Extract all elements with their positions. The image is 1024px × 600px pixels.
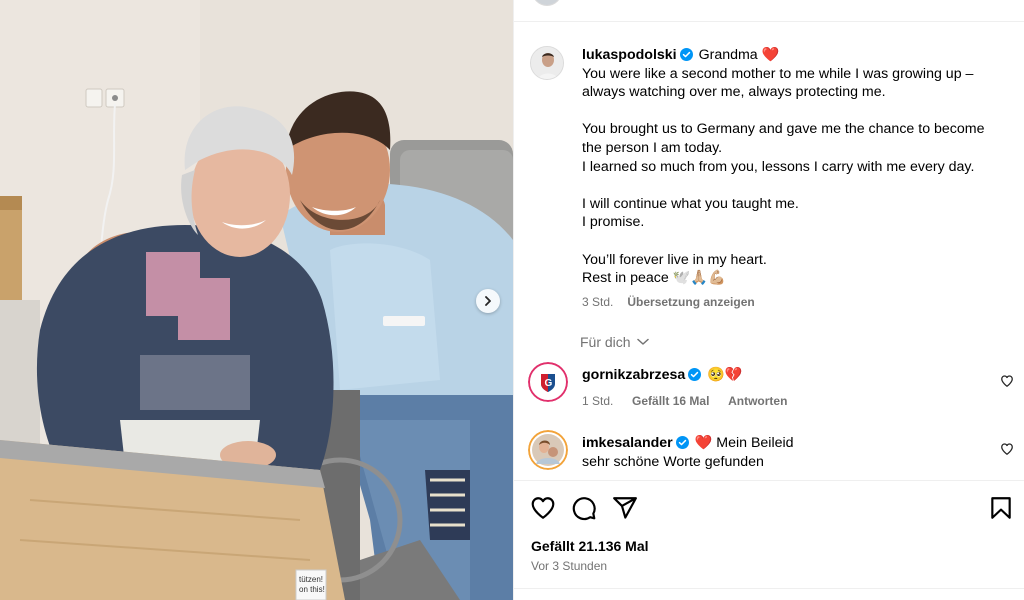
svg-text:G: G <box>545 378 553 389</box>
caption-line: I promise. <box>582 214 645 231</box>
comment-time[interactable]: 1 Std. <box>582 394 613 408</box>
comment-icon[interactable] <box>571 495 597 521</box>
caption-line: the person I am today. <box>582 139 723 156</box>
post-side-panel: lukaspodolski Grandma ❤️ You were like a… <box>513 0 1024 600</box>
header-avatar[interactable] <box>532 0 562 6</box>
comment-likes[interactable]: Gefällt 16 Mal <box>632 394 709 408</box>
caption-meta: 3 Std. Übersetzung anzeigen <box>582 295 755 309</box>
divider <box>514 588 1024 589</box>
post-caption: lukaspodolski Grandma ❤️ You were like a… <box>582 46 1012 288</box>
reply-button[interactable]: Antworten <box>728 394 787 408</box>
caption-line: I learned so much from you, lessons I ca… <box>582 158 975 175</box>
caption-heart-emoji: ❤️ <box>761 47 780 63</box>
share-icon[interactable] <box>612 495 638 521</box>
chevron-right-icon <box>485 296 491 306</box>
sign-text: tützen! <box>299 575 323 584</box>
carousel-next-button[interactable] <box>476 289 500 313</box>
commenter-username[interactable]: gornikzabrzesa <box>582 367 685 383</box>
author-username[interactable]: lukaspodolski <box>582 47 677 63</box>
caption-first-line: lukaspodolski Grandma ❤️ <box>582 46 1012 65</box>
heart-icon[interactable] <box>530 495 556 521</box>
verified-badge-icon <box>675 436 689 449</box>
caption-line: You’ll forever live in my heart. <box>582 251 767 268</box>
comment-like-heart-icon[interactable] <box>1000 374 1014 388</box>
caption-gap <box>582 102 1012 121</box>
post-timestamp[interactable]: Vor 3 Stunden <box>531 559 607 573</box>
translate-link[interactable]: Übersetzung anzeigen <box>627 295 754 309</box>
comment-body: gornikzabrzesa 🥺💔 <box>582 366 982 385</box>
photo-scene: tützen! on this! <box>0 0 513 600</box>
sign-text-2: on this! <box>299 585 325 594</box>
caption-timestamp[interactable]: 3 Std. <box>582 295 613 309</box>
for-you-label: Für dich <box>580 334 631 350</box>
comment-like-heart-icon[interactable] <box>1000 442 1014 456</box>
bookmark-icon[interactable] <box>988 495 1014 521</box>
caption-line: I will continue what you taught me. <box>582 195 799 212</box>
comment-body: imkesalander ❤️ Mein Beileid sehr schöne… <box>582 434 982 472</box>
author-avatar-image <box>531 47 563 79</box>
caption-line: Grandma <box>698 47 758 63</box>
caption-line: You brought us to Germany and gave me th… <box>582 121 985 138</box>
post-header <box>514 0 1024 22</box>
likes-count[interactable]: Gefällt 21.136 Mal <box>531 538 649 554</box>
commenter-avatar-image: G <box>528 362 568 402</box>
caption-line: always watching over me, always protecti… <box>582 84 886 101</box>
caption-gap <box>582 176 1012 195</box>
verified-badge-icon <box>679 48 693 61</box>
author-avatar[interactable] <box>530 46 564 80</box>
comment-text: ❤️ Mein Beileid <box>694 435 794 451</box>
commenter-username[interactable]: imkesalander <box>582 435 673 451</box>
for-you-toggle[interactable]: Für dich <box>580 334 649 350</box>
comment-meta: 1 Std. Gefällt 16 Mal Antworten <box>582 394 787 408</box>
comment-text: 🥺💔 <box>707 367 743 383</box>
commenter-avatar-image <box>528 430 568 470</box>
caption-line: You were like a second mother to me whil… <box>582 65 974 82</box>
chevron-down-icon <box>636 338 649 345</box>
caption-line: Rest in peace 🕊️🙏🏼💪🏼 <box>582 270 726 287</box>
caption-gap <box>582 232 1012 251</box>
verified-badge-icon <box>688 368 702 381</box>
commenter-avatar[interactable] <box>528 430 568 470</box>
comment-text-line-2: sehr schöne Worte gefunden <box>582 454 764 470</box>
post-photo: tützen! on this! <box>0 0 513 600</box>
commenter-avatar[interactable]: G <box>528 362 568 402</box>
post-actions: Gefällt 21.136 Mal Vor 3 Stunden <box>514 480 1024 600</box>
